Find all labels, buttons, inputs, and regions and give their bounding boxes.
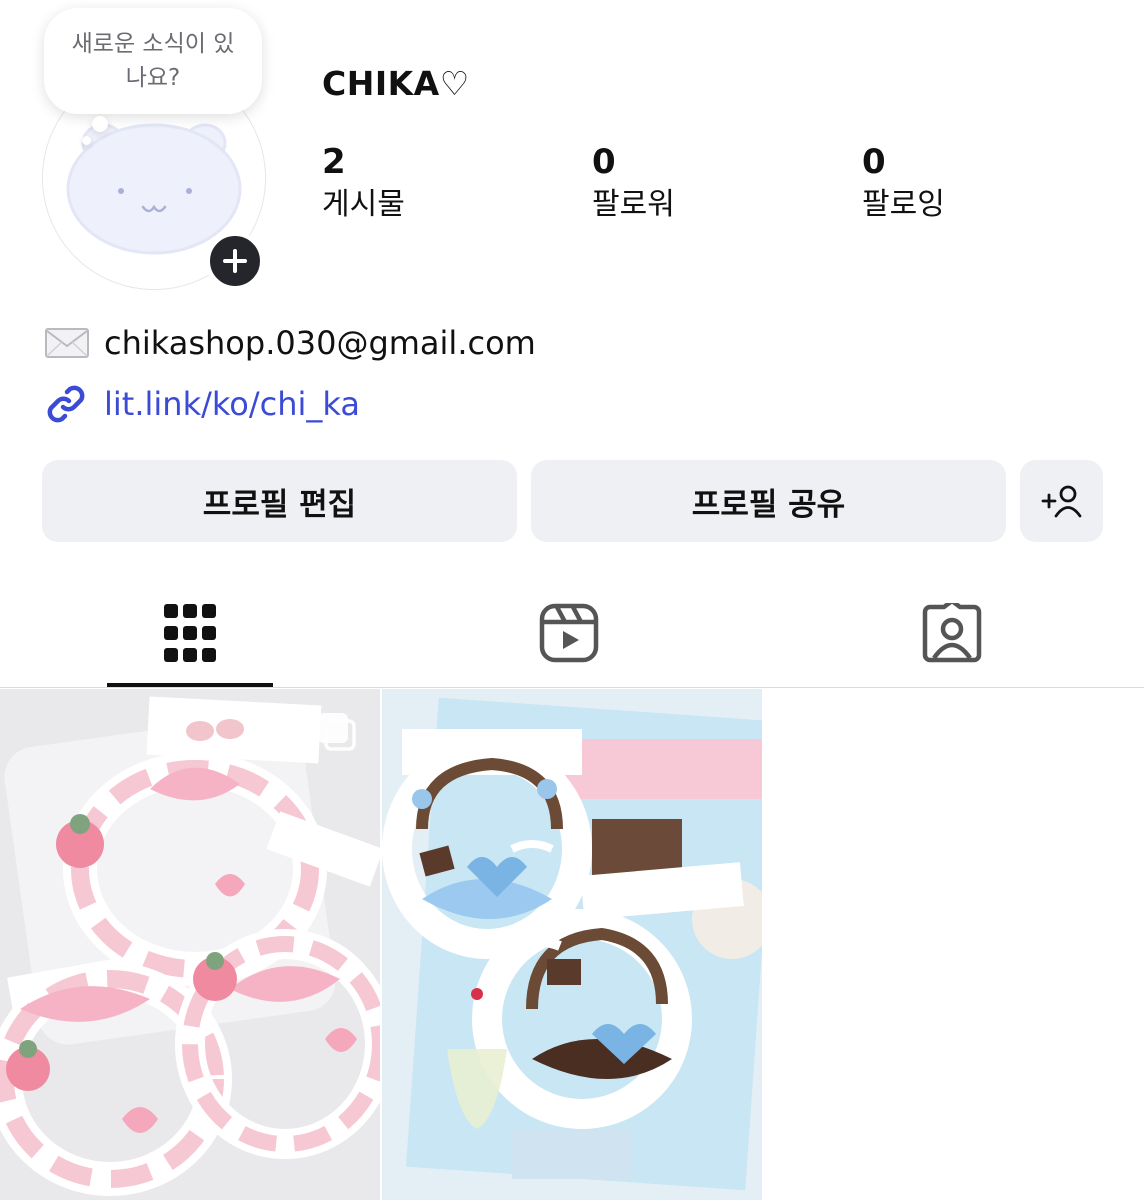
bubble-tail — [92, 116, 108, 132]
stat-following-count: 0 — [862, 142, 886, 182]
person-add-icon — [1041, 485, 1081, 518]
story-note-bubble[interactable]: 새로운 소식이 있나요? — [44, 8, 262, 114]
stat-posts-label: 게시물 — [322, 187, 405, 222]
link-icon — [47, 385, 85, 423]
post-image-pink-wreaths — [0, 689, 380, 1200]
grid-icon — [164, 604, 216, 662]
story-note-text: 새로운 소식이 있나요? — [71, 31, 235, 91]
post-thumbnail-2[interactable] — [382, 689, 762, 1200]
discover-people-button[interactable] — [1020, 460, 1103, 542]
bio-link[interactable]: lit.link/ko/chi_ka — [42, 380, 360, 428]
stat-posts[interactable]: 2 게시물 — [322, 142, 405, 224]
post-thumbnail-1[interactable] — [0, 689, 380, 1200]
envelope-icon — [45, 328, 89, 358]
stat-following[interactable]: 0 팔로잉 — [862, 142, 945, 224]
email-text: chikashop.030@gmail.com — [104, 324, 536, 362]
tabs-divider — [0, 687, 1144, 688]
tab-posts-grid[interactable] — [107, 598, 273, 668]
share-profile-button[interactable]: 프로필 공유 — [531, 460, 1006, 542]
add-story-button[interactable] — [206, 232, 264, 290]
stat-followers-label: 팔로워 — [592, 187, 675, 222]
multiple-images-icon — [318, 713, 356, 751]
profile-username: CHIKA♡ — [322, 64, 470, 103]
tab-reels[interactable] — [486, 598, 652, 668]
stat-followers[interactable]: 0 팔로워 — [592, 142, 675, 224]
post-image-blue-chocolate-wreaths — [382, 689, 762, 1200]
tab-tagged[interactable] — [869, 598, 1035, 668]
bio-email: chikashop.030@gmail.com — [44, 320, 536, 366]
reels-icon — [539, 603, 599, 663]
tagged-person-icon — [922, 603, 982, 663]
stat-following-label: 팔로잉 — [862, 187, 945, 222]
stat-posts-count: 2 — [322, 142, 346, 182]
link-text[interactable]: lit.link/ko/chi_ka — [104, 385, 360, 423]
stat-followers-count: 0 — [592, 142, 616, 182]
bubble-tail-small — [82, 136, 91, 145]
plus-icon — [223, 249, 247, 273]
edit-profile-button[interactable]: 프로필 편집 — [42, 460, 517, 542]
